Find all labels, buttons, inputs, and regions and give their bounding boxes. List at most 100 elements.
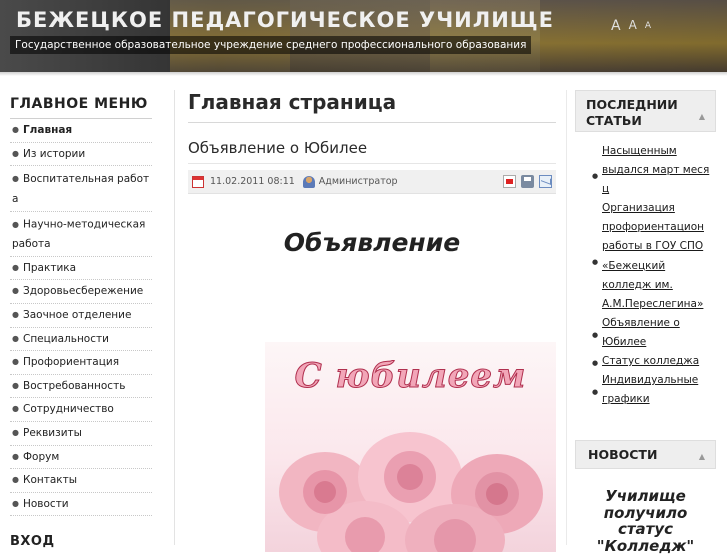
site-title[interactable]: БЕЖЕЦКОЕ ПЕДАГОГИЧЕСКОЕ УЧИЛИЩЕ xyxy=(16,8,554,32)
menu-item-label: Реквизиты xyxy=(22,427,82,440)
menu-item-label: Воспитательная работ xyxy=(22,173,150,186)
latest-article-link[interactable]: Насыщенным выдался март меся ц xyxy=(602,145,709,195)
pdf-icon[interactable] xyxy=(503,175,516,188)
bullet-icon: ● xyxy=(592,388,599,397)
article-actions xyxy=(503,175,552,188)
column-divider xyxy=(566,90,567,545)
main-menu-list: ● Главная ● Из истории ● Воспитательная раб… xyxy=(10,119,152,517)
bullet-icon: ● xyxy=(12,498,19,508)
latest-article-item[interactable]: ● Индивидуальные графики xyxy=(575,371,716,409)
menu-item-label: Из истории xyxy=(22,147,86,160)
menu-item-health[interactable]: ● Здоровьесбережение xyxy=(10,280,152,304)
email-icon[interactable] xyxy=(539,175,552,188)
header-photo xyxy=(540,0,727,72)
bullet-icon: ● xyxy=(12,174,19,184)
menu-item-orientation[interactable]: ● Профориентация xyxy=(10,351,152,375)
menu-item-specialties[interactable]: ● Специальности xyxy=(10,328,152,352)
news-module-title: НОВОСТИ xyxy=(588,447,658,462)
menu-item-practice[interactable]: ● Практика xyxy=(10,257,152,281)
latest-articles-header[interactable]: ПОСЛЕДНИИ СТАТЬИ ▲ xyxy=(575,90,716,132)
article-title[interactable]: Объявление о Юбилее xyxy=(188,139,556,164)
announcement-heading: Объявление xyxy=(283,228,461,257)
latest-articles-title: ПОСЛЕДНИИ xyxy=(586,97,678,112)
bullet-icon: ● xyxy=(592,172,599,180)
menu-item-upbringing[interactable]: ● Воспитательная работ а xyxy=(10,166,152,213)
latest-article-link[interactable]: Индивидуальные графики xyxy=(602,374,698,405)
menu-item-demand[interactable]: ● Востребованность xyxy=(10,375,152,399)
bullet-icon: ● xyxy=(12,262,19,272)
menu-item-label: Заочное отделение xyxy=(22,309,132,322)
latest-articles-module: ПОСЛЕДНИИ СТАТЬИ ▲ ● Насыщенным выдался м… xyxy=(575,90,716,409)
menu-item-label: Форум xyxy=(22,450,60,463)
chevron-up-icon[interactable]: ▲ xyxy=(699,109,705,125)
menu-item-label: Научно-методическая xyxy=(22,218,146,231)
bullet-icon: ● xyxy=(12,125,19,134)
article-meta: 11.02.2011 08:11 Администратор xyxy=(188,170,556,194)
menu-item-methodology[interactable]: ● Научно-методическая работа xyxy=(10,212,152,257)
main-menu-title: ГЛАВНОЕ МЕНЮ xyxy=(10,96,152,119)
calendar-icon xyxy=(192,175,204,188)
print-icon[interactable] xyxy=(521,175,534,188)
user-icon xyxy=(302,175,315,188)
menu-item-label: а xyxy=(12,193,19,206)
latest-articles-title: СТАТЬИ xyxy=(586,113,642,128)
jubilee-card-image: С юбилеем xyxy=(265,342,556,552)
bullet-icon: ● xyxy=(12,475,19,485)
roses-picture xyxy=(279,432,543,552)
font-increase-button[interactable]: A xyxy=(611,18,621,34)
font-size-controls: A A A xyxy=(611,18,651,34)
site-subtitle: Государственное образовательное учрежден… xyxy=(10,36,532,54)
news-headline: Училище получило статус "Колледж" xyxy=(575,488,716,554)
header-shadow xyxy=(0,72,727,76)
menu-item-contacts[interactable]: ● Контакты xyxy=(10,469,152,493)
latest-articles-list: ● Насыщенным выдался март меся ц ● Организ… xyxy=(575,142,716,409)
site-header: БЕЖЕЦКОЕ ПЕДАГОГИЧЕСКОЕ УЧИЛИЩЕ Государс… xyxy=(0,0,727,72)
bullet-icon: ● xyxy=(12,380,19,390)
menu-item-label: Контакты xyxy=(22,474,78,487)
article-date: 11.02.2011 08:11 xyxy=(210,176,295,187)
menu-item-label: работа xyxy=(12,237,51,250)
bullet-icon: ● xyxy=(12,286,19,296)
latest-article-link[interactable]: Организация профориентацион работы в ГОУ С… xyxy=(602,202,704,309)
news-line: Училище xyxy=(605,487,686,505)
menu-item-requisites[interactable]: ● Реквизиты xyxy=(10,422,152,446)
news-module-header[interactable]: НОВОСТИ ▲ xyxy=(575,440,716,469)
bullet-icon: ● xyxy=(12,404,19,414)
bullet-icon: ● xyxy=(12,451,19,461)
chevron-up-icon[interactable]: ▲ xyxy=(699,452,705,461)
bullet-icon: ● xyxy=(12,333,19,343)
column-divider xyxy=(174,90,175,545)
news-line: "Колледж" xyxy=(596,536,695,555)
latest-article-link[interactable]: Объявление о Юбилее xyxy=(602,317,680,348)
font-reset-button[interactable]: A xyxy=(629,18,637,34)
main-content: Главная страница Объявление о Юбилее 11.… xyxy=(188,90,556,552)
menu-item-forum[interactable]: ● Форум xyxy=(10,446,152,470)
bullet-icon: ● xyxy=(592,258,599,267)
latest-article-link[interactable]: Статус колледжа xyxy=(602,355,699,367)
news-line: статус xyxy=(617,520,674,538)
menu-item-news[interactable]: ● Новости xyxy=(10,493,152,517)
latest-article-item[interactable]: ● Объявление о Юбилее xyxy=(575,314,716,352)
menu-item-cooperation[interactable]: ● Сотрудничество xyxy=(10,398,152,422)
bullet-icon: ● xyxy=(592,330,599,339)
menu-item-label: Практика xyxy=(22,261,77,274)
bullet-icon: ● xyxy=(12,309,19,319)
latest-article-item[interactable]: ● Статус колледжа xyxy=(575,352,716,371)
latest-article-item[interactable]: ● Организация профориентацион работы в ГОУ… xyxy=(575,199,716,314)
menu-item-label: Здоровьесбережение xyxy=(22,285,144,298)
menu-item-label: Востребованность xyxy=(22,379,126,392)
news-line: получило xyxy=(603,503,688,522)
menu-item-label: Специальности xyxy=(22,332,109,345)
menu-item-home[interactable]: ● Главная xyxy=(10,119,152,143)
main-menu: ГЛАВНОЕ МЕНЮ ● Главная ● Из истории ● Воспи… xyxy=(10,96,152,517)
bullet-icon: ● xyxy=(12,357,19,367)
font-decrease-button[interactable]: A xyxy=(645,21,651,34)
latest-article-item[interactable]: ● Насыщенным выдался март меся ц xyxy=(575,142,716,199)
menu-item-label: Сотрудничество xyxy=(22,403,114,416)
menu-item-history[interactable]: ● Из истории xyxy=(10,143,152,167)
menu-item-label: Новости xyxy=(22,498,69,511)
page-title: Главная страница xyxy=(188,90,556,123)
menu-item-distance[interactable]: ● Заочное отделение xyxy=(10,304,152,328)
bullet-icon: ● xyxy=(12,148,19,158)
bullet-icon: ● xyxy=(12,427,19,437)
